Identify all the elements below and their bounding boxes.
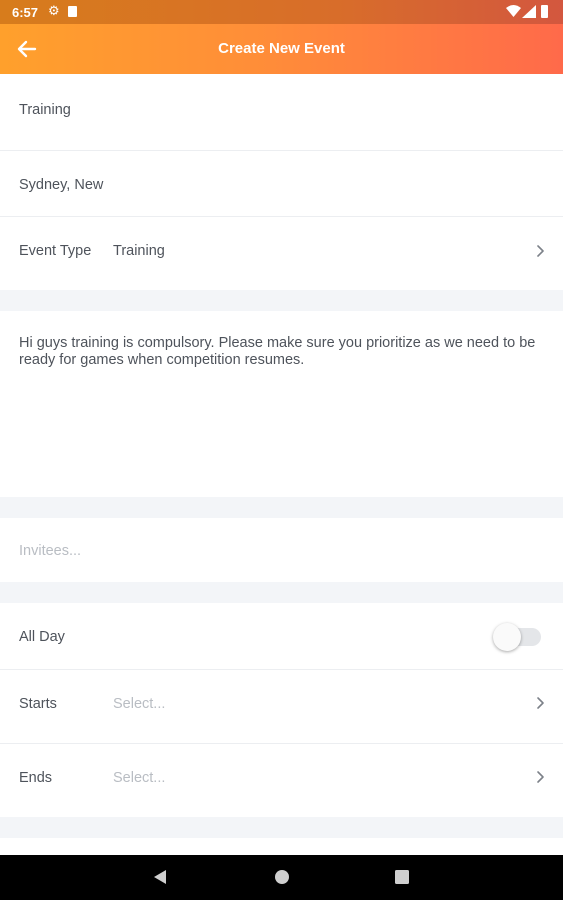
status-time: 6:57 <box>12 5 39 20</box>
ends-label: Ends <box>19 770 53 786</box>
page-title: Create New Event <box>218 40 345 57</box>
starts-value: Select... <box>113 696 166 712</box>
status-bar: 6:57 ⚙ <box>0 0 563 24</box>
settings-icon: ⚙ <box>48 3 60 18</box>
wifi-icon <box>506 5 521 17</box>
event-title-field[interactable]: Training <box>0 74 563 151</box>
all-day-toggle[interactable] <box>493 622 541 652</box>
event-title-value: Training <box>19 102 71 118</box>
event-type-row[interactable]: Event Type Training <box>0 217 563 290</box>
ends-value: Select... <box>113 770 166 786</box>
event-type-value: Training <box>113 243 165 259</box>
ends-row[interactable]: Ends Select... <box>0 744 563 817</box>
starts-row[interactable]: Starts Select... <box>0 670 563 744</box>
battery-icon <box>541 5 548 18</box>
next-section-row <box>0 838 563 855</box>
event-type-label: Event Type <box>19 243 92 259</box>
toggle-thumb <box>493 623 521 651</box>
system-nav-bar <box>0 855 563 900</box>
nav-recents-icon[interactable] <box>395 869 409 885</box>
invitees-field[interactable]: Invitees... <box>0 518 563 582</box>
description-field[interactable]: Hi guys training is compulsory. Please m… <box>0 311 563 497</box>
location-value: Sydney, New <box>19 177 104 193</box>
starts-label: Starts <box>19 696 57 712</box>
location-field[interactable]: Sydney, New <box>0 151 563 217</box>
nav-back-icon[interactable] <box>153 869 167 885</box>
chevron-right-icon <box>537 245 544 257</box>
sim-card-icon <box>68 6 77 17</box>
signal-icon <box>522 5 536 18</box>
description-text: Hi guys training is compulsory. Please m… <box>19 335 536 368</box>
all-day-row: All Day <box>0 603 563 670</box>
all-day-label: All Day <box>19 629 65 645</box>
chevron-right-icon <box>537 697 544 709</box>
nav-home-icon[interactable] <box>274 869 290 885</box>
app-header: Create New Event <box>0 24 563 74</box>
chevron-right-icon <box>537 771 544 783</box>
invitees-placeholder: Invitees... <box>19 543 82 559</box>
